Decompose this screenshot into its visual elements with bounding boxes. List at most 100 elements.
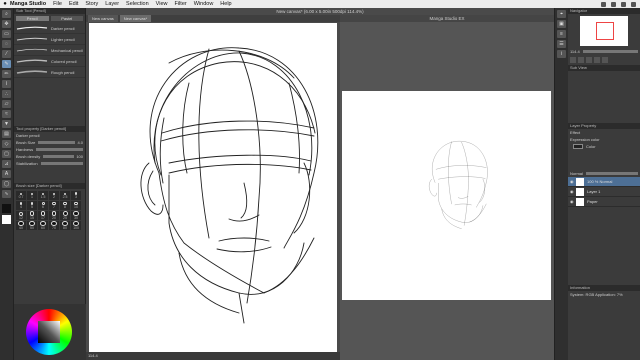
ruler-tool-icon[interactable]: ⊿ xyxy=(2,160,11,168)
brush-size-slider[interactable] xyxy=(38,141,76,144)
prop-stabilization[interactable]: Stabilization xyxy=(14,160,85,167)
brush-size-cell[interactable]: 40 xyxy=(16,221,26,230)
brush-size-cell[interactable]: 2.5 xyxy=(60,191,70,200)
wifi-icon[interactable] xyxy=(601,1,606,7)
clock-icon[interactable] xyxy=(621,1,626,7)
brush-tool-icon[interactable]: ⌇ xyxy=(2,80,11,88)
menu-layer[interactable]: Layer xyxy=(105,1,119,7)
zoom-out-icon[interactable] xyxy=(578,57,584,63)
brush-size-cell[interactable]: 8 xyxy=(60,201,70,210)
spotlight-icon[interactable] xyxy=(631,1,636,7)
eraser-tool-icon[interactable]: ▱ xyxy=(2,100,11,108)
brush-size-cell[interactable]: 12 xyxy=(16,211,26,220)
menu-story[interactable]: Story xyxy=(85,1,98,7)
prop-hardness[interactable]: Hardness xyxy=(14,146,85,153)
color-saturation-square[interactable] xyxy=(38,321,60,343)
brush-size-cell[interactable]: 15 xyxy=(27,211,37,220)
eye-icon[interactable]: ◉ xyxy=(570,199,574,204)
frame-tool-icon[interactable]: ▢ xyxy=(2,150,11,158)
tab-pastel[interactable]: Pastel xyxy=(50,16,83,21)
brush-size-cell[interactable]: 25 xyxy=(60,211,70,220)
fill-tool-icon[interactable]: ▼ xyxy=(2,120,11,128)
airbrush-tool-icon[interactable]: ∴ xyxy=(2,90,11,98)
fit-icon[interactable] xyxy=(586,57,592,63)
layer-row[interactable]: ◉ Layer 1 xyxy=(568,187,640,197)
subtool-darker-pencil[interactable]: Darker pencil xyxy=(14,23,85,34)
menu-window[interactable]: Window xyxy=(194,1,214,7)
subtool-mechanical-pencil[interactable]: Mechanical pencil xyxy=(14,45,85,56)
brush-size-cell[interactable]: 60 xyxy=(38,221,48,230)
rotate-icon[interactable] xyxy=(594,57,600,63)
move-tool-icon[interactable]: ✥ xyxy=(2,20,11,28)
brush-size-cell[interactable]: 70 xyxy=(49,221,59,230)
navigator-viewport[interactable] xyxy=(596,22,614,40)
menu-file[interactable]: File xyxy=(53,1,62,7)
gradient-tool-icon[interactable]: ▤ xyxy=(2,130,11,138)
text-tool-icon[interactable]: A xyxy=(2,170,11,178)
zoom-in-icon[interactable] xyxy=(570,57,576,63)
brush-size-cell[interactable]: 5 xyxy=(27,201,37,210)
brush-size-cell[interactable]: 50 xyxy=(27,221,37,230)
brush-size-cell[interactable]: 17 xyxy=(38,211,48,220)
navigator-icon[interactable]: ⌖ xyxy=(557,10,566,18)
subtool-rough-pencil[interactable]: Rough pencil xyxy=(14,67,85,78)
hardness-slider[interactable] xyxy=(36,148,83,151)
blend-tool-icon[interactable]: ≈ xyxy=(2,110,11,118)
tab-new-canvas-active[interactable]: New canvas* xyxy=(119,15,152,22)
brush-size-cell[interactable]: 0.7 xyxy=(16,191,26,200)
color-wheel[interactable] xyxy=(26,309,72,355)
zoom-tool-icon[interactable]: ⌕ xyxy=(2,10,11,18)
expression-color-value[interactable]: Color xyxy=(586,144,596,149)
battery-icon[interactable] xyxy=(611,1,616,7)
tab-new-canvas[interactable]: New canvas xyxy=(88,15,118,22)
flip-icon[interactable] xyxy=(602,57,608,63)
opacity-slider[interactable] xyxy=(585,172,638,175)
navigator-zoom-slider[interactable] xyxy=(582,50,638,53)
menu-filter[interactable]: Filter xyxy=(175,1,187,7)
brush-size-cell[interactable]: 4 xyxy=(16,201,26,210)
layer-row[interactable]: ◉ Paper xyxy=(568,197,640,207)
correct-line-tool-icon[interactable]: ∿ xyxy=(2,190,11,198)
prop-brush-density[interactable]: Brush density 100 xyxy=(14,153,85,160)
menu-help[interactable]: Help xyxy=(220,1,231,7)
pen-tool-icon[interactable]: ✎ xyxy=(2,60,11,68)
navigator-zoom-value[interactable]: 114.4 xyxy=(570,49,580,54)
subtool-lighter-pencil[interactable]: Lighter pencil xyxy=(14,34,85,45)
blend-mode-select[interactable]: Normal xyxy=(570,171,583,176)
main-canvas[interactable] xyxy=(89,23,337,360)
brush-size-cell[interactable]: 7 xyxy=(49,201,59,210)
brush-size-cell[interactable]: 6 xyxy=(38,201,48,210)
subtool-colored-pencil[interactable]: Colored pencil xyxy=(14,56,85,67)
info-icon[interactable]: i xyxy=(557,50,566,58)
main-color-swatch[interactable] xyxy=(2,204,11,213)
tab-pencil[interactable]: Pencil xyxy=(16,16,49,21)
menu-edit[interactable]: Edit xyxy=(69,1,78,7)
pencil-tool-icon[interactable]: ✏ xyxy=(2,70,11,78)
balloon-tool-icon[interactable]: ◯ xyxy=(2,180,11,188)
menu-view[interactable]: View xyxy=(156,1,168,7)
prop-brush-size[interactable]: Brush Size 4.0 xyxy=(14,139,85,146)
sub-color-swatch[interactable] xyxy=(2,215,11,224)
app-menu[interactable]: Manga Studio xyxy=(10,1,46,7)
brush-size-cell[interactable]: 1.5 xyxy=(38,191,48,200)
eyedropper-tool-icon[interactable]: ⁄ xyxy=(2,50,11,58)
layer-row[interactable]: ◉ 100 % Normal xyxy=(568,177,640,187)
brush-size-cell[interactable]: 20 xyxy=(49,211,59,220)
navigator-preview[interactable] xyxy=(580,16,628,46)
brush-size-cell[interactable]: 80 xyxy=(60,221,70,230)
eye-icon[interactable]: ◉ xyxy=(570,179,574,184)
stabilization-slider[interactable] xyxy=(40,162,83,165)
brush-size-cell[interactable]: 3 xyxy=(71,191,81,200)
menu-selection[interactable]: Selection xyxy=(126,1,149,7)
selection-tool-icon[interactable]: ▭ xyxy=(2,30,11,38)
zoom-readout[interactable]: 114.4 xyxy=(88,353,98,358)
brush-size-cell[interactable]: 10 xyxy=(71,201,81,210)
figure-tool-icon[interactable]: ◇ xyxy=(2,140,11,148)
layer-property-icon[interactable]: ≡ xyxy=(557,30,566,38)
brush-size-cell[interactable]: 2 xyxy=(49,191,59,200)
density-slider[interactable] xyxy=(43,155,75,158)
apple-icon[interactable]: ● xyxy=(0,1,10,7)
eye-icon[interactable]: ◉ xyxy=(570,189,574,194)
brush-size-cell[interactable]: 100 xyxy=(71,221,81,230)
sub-view-icon[interactable]: ▣ xyxy=(557,20,566,28)
